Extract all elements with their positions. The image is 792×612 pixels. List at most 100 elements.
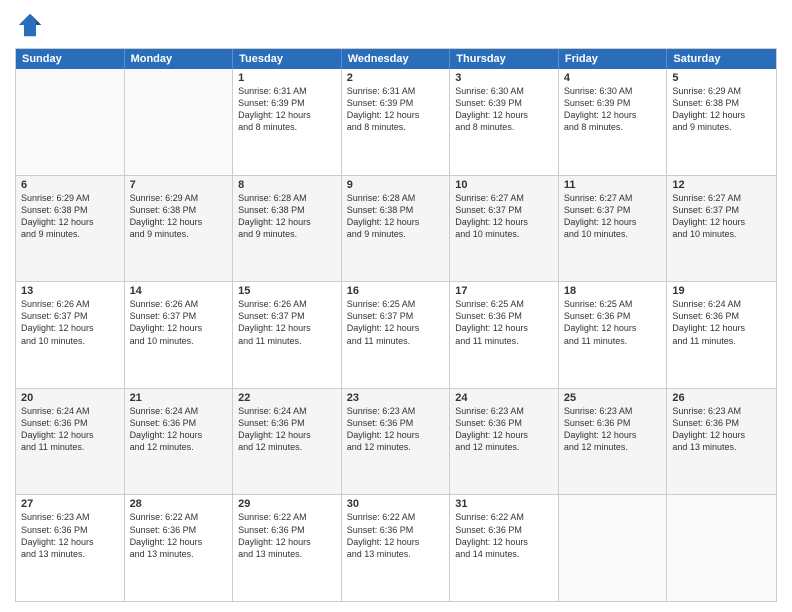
day-number: 14	[130, 285, 228, 297]
day-number: 28	[130, 498, 228, 510]
day-number: 27	[21, 498, 119, 510]
calendar-cell: 21Sunrise: 6:24 AM Sunset: 6:36 PM Dayli…	[125, 389, 234, 495]
calendar-row: 13Sunrise: 6:26 AM Sunset: 6:37 PM Dayli…	[16, 281, 776, 388]
day-info: Sunrise: 6:23 AM Sunset: 6:36 PM Dayligh…	[21, 511, 119, 560]
header-day-thursday: Thursday	[450, 49, 559, 69]
calendar-cell: 15Sunrise: 6:26 AM Sunset: 6:37 PM Dayli…	[233, 282, 342, 388]
calendar-cell	[667, 495, 776, 601]
day-info: Sunrise: 6:29 AM Sunset: 6:38 PM Dayligh…	[672, 85, 771, 134]
calendar-cell: 29Sunrise: 6:22 AM Sunset: 6:36 PM Dayli…	[233, 495, 342, 601]
calendar-cell: 16Sunrise: 6:25 AM Sunset: 6:37 PM Dayli…	[342, 282, 451, 388]
day-number: 3	[455, 72, 553, 84]
day-number: 17	[455, 285, 553, 297]
day-info: Sunrise: 6:22 AM Sunset: 6:36 PM Dayligh…	[455, 511, 553, 560]
calendar-cell: 9Sunrise: 6:28 AM Sunset: 6:38 PM Daylig…	[342, 176, 451, 282]
calendar-cell: 1Sunrise: 6:31 AM Sunset: 6:39 PM Daylig…	[233, 69, 342, 175]
day-info: Sunrise: 6:31 AM Sunset: 6:39 PM Dayligh…	[347, 85, 445, 134]
calendar-cell: 3Sunrise: 6:30 AM Sunset: 6:39 PM Daylig…	[450, 69, 559, 175]
header-day-sunday: Sunday	[16, 49, 125, 69]
day-number: 4	[564, 72, 662, 84]
calendar-cell: 11Sunrise: 6:27 AM Sunset: 6:37 PM Dayli…	[559, 176, 668, 282]
day-info: Sunrise: 6:23 AM Sunset: 6:36 PM Dayligh…	[564, 405, 662, 454]
day-info: Sunrise: 6:23 AM Sunset: 6:36 PM Dayligh…	[672, 405, 771, 454]
day-number: 1	[238, 72, 336, 84]
day-number: 19	[672, 285, 771, 297]
calendar-cell: 7Sunrise: 6:29 AM Sunset: 6:38 PM Daylig…	[125, 176, 234, 282]
day-info: Sunrise: 6:31 AM Sunset: 6:39 PM Dayligh…	[238, 85, 336, 134]
day-info: Sunrise: 6:24 AM Sunset: 6:36 PM Dayligh…	[130, 405, 228, 454]
day-info: Sunrise: 6:29 AM Sunset: 6:38 PM Dayligh…	[130, 192, 228, 241]
day-number: 15	[238, 285, 336, 297]
day-number: 31	[455, 498, 553, 510]
day-info: Sunrise: 6:24 AM Sunset: 6:36 PM Dayligh…	[21, 405, 119, 454]
day-number: 29	[238, 498, 336, 510]
day-info: Sunrise: 6:26 AM Sunset: 6:37 PM Dayligh…	[238, 298, 336, 347]
day-info: Sunrise: 6:22 AM Sunset: 6:36 PM Dayligh…	[347, 511, 445, 560]
calendar-cell: 28Sunrise: 6:22 AM Sunset: 6:36 PM Dayli…	[125, 495, 234, 601]
calendar-row: 1Sunrise: 6:31 AM Sunset: 6:39 PM Daylig…	[16, 69, 776, 175]
calendar-cell: 19Sunrise: 6:24 AM Sunset: 6:36 PM Dayli…	[667, 282, 776, 388]
header-day-monday: Monday	[125, 49, 234, 69]
logo	[15, 10, 49, 40]
calendar-header: SundayMondayTuesdayWednesdayThursdayFrid…	[16, 49, 776, 69]
day-number: 8	[238, 179, 336, 191]
day-info: Sunrise: 6:28 AM Sunset: 6:38 PM Dayligh…	[238, 192, 336, 241]
day-number: 25	[564, 392, 662, 404]
calendar-body: 1Sunrise: 6:31 AM Sunset: 6:39 PM Daylig…	[16, 69, 776, 601]
calendar-cell: 26Sunrise: 6:23 AM Sunset: 6:36 PM Dayli…	[667, 389, 776, 495]
day-info: Sunrise: 6:23 AM Sunset: 6:36 PM Dayligh…	[347, 405, 445, 454]
calendar-cell: 30Sunrise: 6:22 AM Sunset: 6:36 PM Dayli…	[342, 495, 451, 601]
day-info: Sunrise: 6:24 AM Sunset: 6:36 PM Dayligh…	[672, 298, 771, 347]
day-number: 24	[455, 392, 553, 404]
day-info: Sunrise: 6:25 AM Sunset: 6:36 PM Dayligh…	[564, 298, 662, 347]
calendar-cell: 8Sunrise: 6:28 AM Sunset: 6:38 PM Daylig…	[233, 176, 342, 282]
day-number: 26	[672, 392, 771, 404]
day-info: Sunrise: 6:27 AM Sunset: 6:37 PM Dayligh…	[672, 192, 771, 241]
calendar-cell: 5Sunrise: 6:29 AM Sunset: 6:38 PM Daylig…	[667, 69, 776, 175]
calendar-cell: 18Sunrise: 6:25 AM Sunset: 6:36 PM Dayli…	[559, 282, 668, 388]
calendar-cell	[125, 69, 234, 175]
day-info: Sunrise: 6:29 AM Sunset: 6:38 PM Dayligh…	[21, 192, 119, 241]
day-number: 6	[21, 179, 119, 191]
calendar-cell	[559, 495, 668, 601]
calendar-cell: 25Sunrise: 6:23 AM Sunset: 6:36 PM Dayli…	[559, 389, 668, 495]
day-number: 5	[672, 72, 771, 84]
day-info: Sunrise: 6:26 AM Sunset: 6:37 PM Dayligh…	[130, 298, 228, 347]
day-number: 13	[21, 285, 119, 297]
day-info: Sunrise: 6:25 AM Sunset: 6:37 PM Dayligh…	[347, 298, 445, 347]
calendar-cell: 2Sunrise: 6:31 AM Sunset: 6:39 PM Daylig…	[342, 69, 451, 175]
day-info: Sunrise: 6:23 AM Sunset: 6:36 PM Dayligh…	[455, 405, 553, 454]
calendar-cell: 24Sunrise: 6:23 AM Sunset: 6:36 PM Dayli…	[450, 389, 559, 495]
calendar-cell: 12Sunrise: 6:27 AM Sunset: 6:37 PM Dayli…	[667, 176, 776, 282]
day-number: 30	[347, 498, 445, 510]
day-number: 16	[347, 285, 445, 297]
day-number: 12	[672, 179, 771, 191]
day-info: Sunrise: 6:22 AM Sunset: 6:36 PM Dayligh…	[130, 511, 228, 560]
calendar-cell: 17Sunrise: 6:25 AM Sunset: 6:36 PM Dayli…	[450, 282, 559, 388]
day-number: 10	[455, 179, 553, 191]
day-info: Sunrise: 6:27 AM Sunset: 6:37 PM Dayligh…	[455, 192, 553, 241]
day-number: 2	[347, 72, 445, 84]
calendar-cell: 10Sunrise: 6:27 AM Sunset: 6:37 PM Dayli…	[450, 176, 559, 282]
calendar-cell: 27Sunrise: 6:23 AM Sunset: 6:36 PM Dayli…	[16, 495, 125, 601]
day-info: Sunrise: 6:30 AM Sunset: 6:39 PM Dayligh…	[564, 85, 662, 134]
day-info: Sunrise: 6:26 AM Sunset: 6:37 PM Dayligh…	[21, 298, 119, 347]
logo-icon	[15, 10, 45, 40]
day-info: Sunrise: 6:30 AM Sunset: 6:39 PM Dayligh…	[455, 85, 553, 134]
day-number: 9	[347, 179, 445, 191]
day-info: Sunrise: 6:27 AM Sunset: 6:37 PM Dayligh…	[564, 192, 662, 241]
calendar-cell: 20Sunrise: 6:24 AM Sunset: 6:36 PM Dayli…	[16, 389, 125, 495]
calendar-cell: 13Sunrise: 6:26 AM Sunset: 6:37 PM Dayli…	[16, 282, 125, 388]
day-number: 11	[564, 179, 662, 191]
day-info: Sunrise: 6:24 AM Sunset: 6:36 PM Dayligh…	[238, 405, 336, 454]
calendar-cell: 6Sunrise: 6:29 AM Sunset: 6:38 PM Daylig…	[16, 176, 125, 282]
header-day-saturday: Saturday	[667, 49, 776, 69]
day-number: 7	[130, 179, 228, 191]
day-number: 18	[564, 285, 662, 297]
day-info: Sunrise: 6:22 AM Sunset: 6:36 PM Dayligh…	[238, 511, 336, 560]
page: SundayMondayTuesdayWednesdayThursdayFrid…	[0, 0, 792, 612]
calendar-cell: 23Sunrise: 6:23 AM Sunset: 6:36 PM Dayli…	[342, 389, 451, 495]
header-day-wednesday: Wednesday	[342, 49, 451, 69]
calendar-cell	[16, 69, 125, 175]
header	[15, 10, 777, 40]
